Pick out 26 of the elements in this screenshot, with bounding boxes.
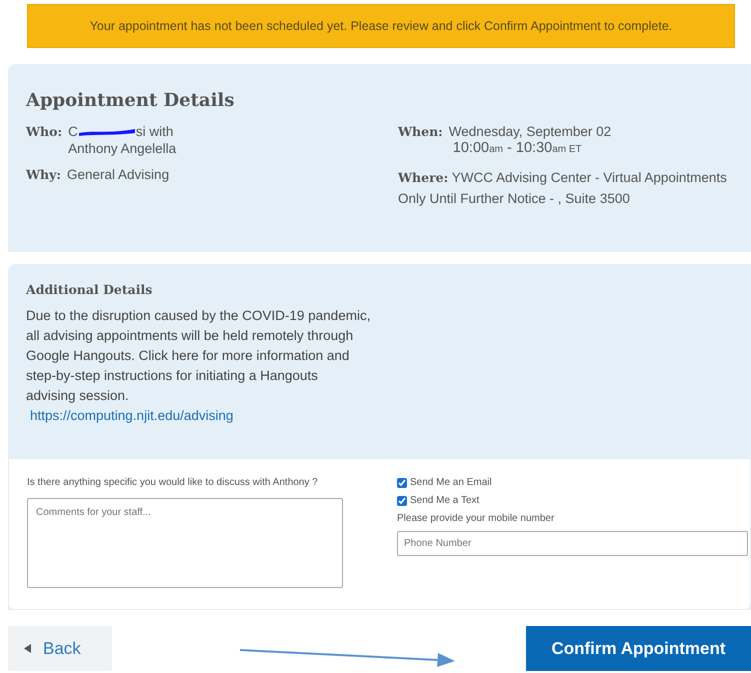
why-value: General Advising [67, 166, 170, 183]
who-text: si with [136, 123, 174, 140]
checkbox[interactable] [397, 496, 407, 506]
when-date: Wednesday, September 02 [448, 123, 612, 140]
checkbox-label: Send Me a Text [410, 495, 480, 506]
comments-field[interactable]: Comments for your staff... [27, 498, 343, 588]
why-label: Why: [26, 166, 62, 183]
phone-label: Please provide your mobile number [397, 513, 556, 524]
confirm-button[interactable]: Confirm Appointment [526, 626, 751, 671]
when-time: 10:00am - 10:30am ET [452, 140, 583, 158]
who-text: C [68, 123, 78, 140]
question-label: Is there anything specific you would like to discuss with Anthony ? [27, 477, 319, 488]
advising-link[interactable]: https://computing.njit.edu/advising [30, 406, 234, 426]
additional-text: Due to the disruption caused by the COVID-19 pandemic, all advising appointments will be held remotely through Google Hangouts. Click here for more information and step-by-step instructions for initiating a Hangouts advising session. [26, 307, 371, 405]
back-button[interactable]: Back [8, 626, 112, 671]
checkbox[interactable] [397, 478, 407, 488]
details-title: Appointment Details [26, 90, 236, 111]
phone-field[interactable]: Phone Number [397, 531, 748, 556]
caret-icon [24, 644, 31, 653]
additional-title: Additional Details [26, 282, 154, 297]
when-label: When: [398, 123, 443, 141]
who-name: Anthony Angelella [68, 141, 176, 156]
who-label: Who: [26, 123, 62, 141]
checkbox-label: Send Me an Email [410, 477, 492, 488]
where-text: Where: YWCC Advising Center - Virtual Appointments Only Until Further Notice - , Suite 3500 [398, 170, 727, 206]
banner-text: Your appointment has not been scheduled yet. Please review and click Confirm Appointment to complete. [90, 19, 672, 33]
